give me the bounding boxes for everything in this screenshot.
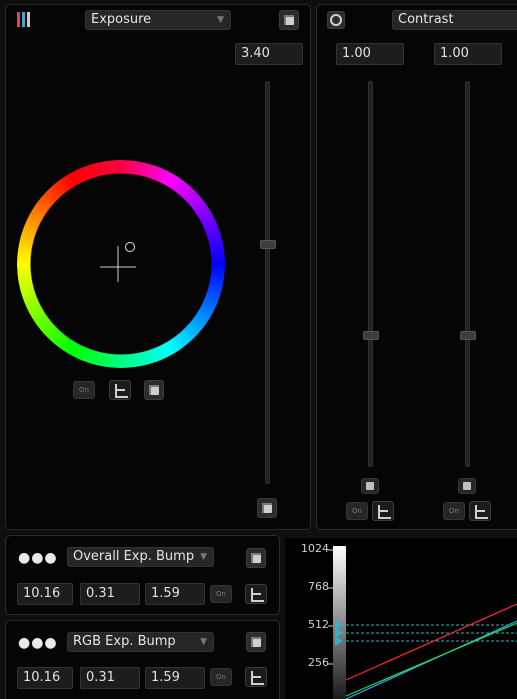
contrast-dropdown[interactable]: Contrast: [392, 10, 517, 30]
rgb-exp-bump-reset-button[interactable]: [246, 632, 266, 652]
contrast-right-on-button[interactable]: On: [443, 502, 465, 520]
on-button-label: On: [216, 590, 226, 598]
value-text: 10.16: [23, 670, 61, 685]
contrast-left-on-button[interactable]: On: [346, 502, 368, 520]
luminance-scale-bar: [333, 546, 346, 699]
exposure-on-button[interactable]: On: [73, 381, 95, 399]
overall-exp-bump-panel: ●●● Overall Exp. Bump ▼ 10.16 0.31 1.59 …: [5, 535, 280, 615]
value-text: 1.59: [151, 670, 180, 685]
overall-exp-bump-value-1[interactable]: 10.16: [17, 583, 73, 605]
on-button-label: On: [216, 673, 226, 681]
rgb-exp-bump-value-1[interactable]: 10.16: [17, 667, 73, 689]
value-text: 0.31: [86, 670, 115, 685]
exposure-panel: Exposure ▼ 3.40 On: [5, 4, 311, 530]
overall-exp-bump-on-button[interactable]: On: [210, 585, 232, 603]
circle-icon[interactable]: [327, 11, 345, 29]
color-wheel[interactable]: [17, 160, 225, 368]
curve-graph-canvas: [328, 546, 517, 699]
contrast-panel: Contrast 1.00 1.00 On On: [316, 4, 517, 530]
contrast-right-value-field[interactable]: 1.00: [434, 43, 502, 65]
contrast-left-value: 1.00: [342, 46, 371, 61]
contrast-left-slider-handle[interactable]: [363, 331, 379, 340]
contrast-right-graph-button[interactable]: [469, 501, 491, 521]
color-bars-icon[interactable]: [15, 11, 33, 29]
contrast-left-value-field[interactable]: 1.00: [336, 43, 404, 65]
contrast-right-value: 1.00: [440, 46, 469, 61]
contrast-right-reset-button[interactable]: [458, 478, 476, 494]
overall-exp-bump-value-2[interactable]: 0.31: [80, 583, 140, 605]
rgb-exp-bump-panel: ●●● RGB Exp. Bump ▼ 10.16 0.31 1.59 On: [5, 620, 280, 699]
overall-exp-bump-label: Overall Exp. Bump: [73, 549, 195, 564]
contrast-right-slider-handle[interactable]: [460, 331, 476, 340]
chevron-down-icon: ▼: [217, 15, 224, 25]
exposure-dropdown-label: Exposure: [91, 12, 152, 27]
on-button-label: On: [449, 507, 459, 515]
exposure-slider-reset-button[interactable]: [257, 498, 277, 518]
contrast-dropdown-label: Contrast: [398, 12, 454, 27]
contrast-right-slider-track[interactable]: [465, 81, 470, 467]
contrast-left-graph-button[interactable]: [372, 501, 394, 521]
rgb-exp-bump-value-3[interactable]: 1.59: [145, 667, 205, 689]
exposure-dropdown[interactable]: Exposure ▼: [85, 10, 231, 30]
exposure-slider-handle[interactable]: [260, 240, 276, 249]
overall-exp-bump-dropdown[interactable]: Overall Exp. Bump ▼: [67, 547, 214, 567]
value-text: 1.59: [151, 586, 180, 601]
exposure-value-field[interactable]: 3.40: [235, 43, 303, 65]
contrast-left-reset-button[interactable]: [361, 478, 379, 494]
rgb-exp-bump-graph-button[interactable]: [245, 667, 267, 687]
value-text: 0.31: [86, 586, 115, 601]
chevron-down-icon: ▼: [200, 552, 207, 562]
curve-graph[interactable]: 1024 768 512 256: [285, 538, 517, 699]
overall-exp-bump-graph-button[interactable]: [245, 584, 267, 604]
overall-exp-bump-reset-button[interactable]: [246, 548, 266, 568]
exposure-lock-button[interactable]: [144, 380, 164, 400]
rgb-exp-bump-label: RGB Exp. Bump: [73, 634, 176, 649]
chevron-down-icon: ▼: [200, 637, 207, 647]
on-button-label: On: [352, 507, 362, 515]
value-text: 10.16: [23, 586, 61, 601]
more-options-icon[interactable]: ●●●: [18, 551, 58, 565]
red-curve: [345, 603, 517, 681]
rgb-exp-bump-on-button[interactable]: On: [210, 668, 232, 686]
on-button-label: On: [79, 386, 89, 394]
rgb-exp-bump-value-2[interactable]: 0.31: [80, 667, 140, 689]
rgb-exp-bump-dropdown[interactable]: RGB Exp. Bump ▼: [67, 632, 214, 652]
exposure-graph-button[interactable]: [109, 380, 131, 400]
exposure-value: 3.40: [241, 46, 270, 61]
wheel-picker-handle[interactable]: [125, 242, 135, 252]
exposure-slider-track[interactable]: [265, 81, 270, 484]
overall-exp-bump-value-3[interactable]: 1.59: [145, 583, 205, 605]
green-curve: [345, 622, 517, 697]
exposure-reset-button[interactable]: [279, 10, 299, 30]
more-options-icon[interactable]: ●●●: [18, 636, 58, 650]
contrast-left-slider-track[interactable]: [368, 81, 373, 467]
